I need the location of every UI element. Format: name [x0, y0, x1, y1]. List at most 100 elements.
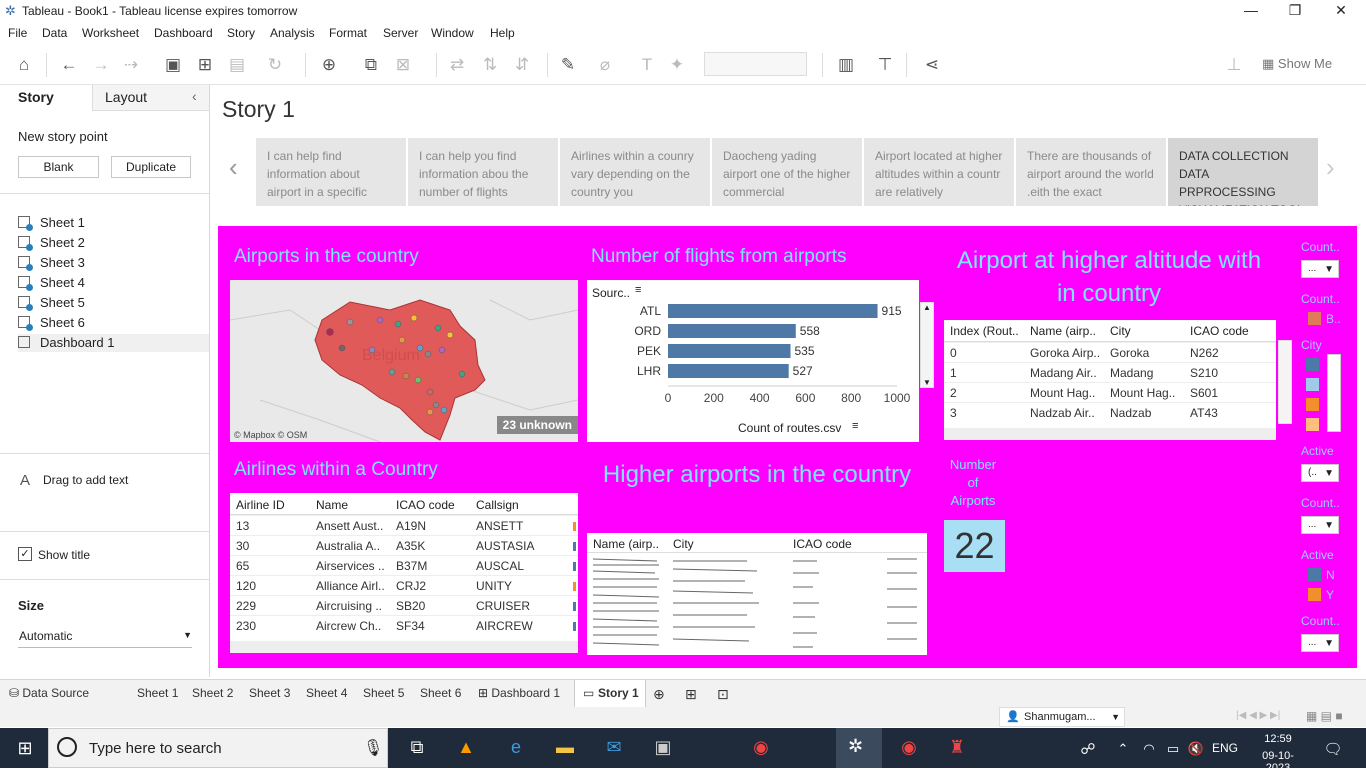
legend-swatch-n[interactable]	[1308, 568, 1321, 581]
table-row[interactable]: 65 Airservices .. B37M AUSCAL	[230, 555, 578, 575]
size-select[interactable]: Automatic ▼	[18, 626, 192, 648]
tab-sheet-4[interactable]: Sheet 4	[306, 686, 347, 700]
column-header[interactable]: ICAO code	[396, 498, 474, 512]
file-explorer-icon[interactable]: ▬	[552, 737, 578, 758]
bar-ord[interactable]	[668, 324, 796, 338]
restore-button[interactable]: ❐	[1280, 2, 1310, 19]
legend-scrollbar[interactable]	[1327, 354, 1341, 432]
sort-ascending-icon[interactable]: ⇅	[479, 55, 501, 75]
replace-data-icon[interactable]: ⇢	[120, 55, 142, 75]
fit-select[interactable]	[704, 52, 807, 76]
clear-sheet-icon[interactable]: ⊠	[392, 55, 414, 75]
column-header[interactable]: Index (Rout..	[950, 324, 1028, 338]
duplicate-button[interactable]: Duplicate	[111, 156, 191, 178]
tab-dashboard-1[interactable]: ⊞ Dashboard 1	[478, 686, 560, 700]
vlc-icon[interactable]: ▲	[453, 737, 479, 758]
volume-icon[interactable]: 🔇	[1183, 741, 1209, 757]
highlight-icon[interactable]: ✎	[557, 55, 579, 75]
chrome-icon[interactable]: ◉	[748, 737, 774, 758]
mail-icon[interactable]: ✉	[601, 737, 627, 758]
sheet-item-dashboard[interactable]: Dashboard 1	[18, 334, 209, 352]
save-icon[interactable]: ▣	[162, 55, 184, 75]
menu-worksheet[interactable]: Worksheet	[82, 26, 139, 40]
sheet-item-2[interactable]: Sheet 2	[18, 234, 85, 252]
legend-swatch[interactable]	[1306, 398, 1319, 411]
home-icon[interactable]: ⌂	[13, 55, 35, 75]
show-me-button[interactable]: ▦ Show Me	[1262, 56, 1332, 72]
story-point-5[interactable]: Airport located at higher altitudes with…	[864, 138, 1014, 206]
people-icon[interactable]: ☍	[1075, 740, 1101, 758]
drag-to-add-text[interactable]: Drag to add text	[43, 473, 128, 487]
menu-analysis[interactable]: Analysis	[270, 26, 315, 40]
filter-count-3-dropdown[interactable]: ... ▼	[1301, 516, 1339, 534]
prev-story-point-icon[interactable]: ‹	[229, 152, 238, 183]
menu-server[interactable]: Server	[383, 26, 418, 40]
table-hscrollbar[interactable]	[944, 428, 1276, 440]
sheet-item-4[interactable]: Sheet 4	[18, 274, 85, 292]
clock-date[interactable]: 09-10-2023	[1250, 750, 1306, 774]
story-point-7[interactable]: DATA COLLECTION DATA PRPROCESSING VISUAL…	[1168, 138, 1318, 206]
column-header[interactable]: Name	[316, 498, 394, 512]
chrome-profile-icon[interactable]: ◉	[896, 737, 922, 758]
clock-time[interactable]: 12:59	[1250, 733, 1306, 745]
new-data-source-icon[interactable]: ⊞	[194, 55, 216, 75]
store-icon[interactable]: ▣	[650, 737, 676, 758]
scroll-up-icon[interactable]: ▲	[923, 303, 931, 312]
new-dashboard-icon[interactable]: ⊞	[685, 686, 697, 703]
bar-lhr[interactable]	[668, 364, 789, 378]
sort-icon[interactable]: ≡	[852, 420, 858, 432]
edge-icon[interactable]: e	[503, 737, 529, 758]
sort-descending-icon[interactable]: ⇵	[511, 55, 533, 75]
tab-sheet-2[interactable]: Sheet 2	[192, 686, 233, 700]
bar-atl[interactable]	[668, 304, 878, 318]
undo-icon[interactable]: ←	[58, 55, 80, 75]
pause-updates-icon[interactable]: ▤	[226, 55, 248, 75]
city-legend[interactable]	[1299, 354, 1343, 434]
table-row[interactable]: 120 Alliance Airl.. CRJ2 UNITY	[230, 575, 578, 595]
sheet-item-1[interactable]: Sheet 1	[18, 214, 85, 232]
data-source-tab[interactable]: ⛁ Data Source	[9, 686, 89, 700]
table-row[interactable]: 30 Australia A.. A35K AUSTASIA	[230, 535, 578, 555]
higher-airports-table[interactable]: Name (airp.. City ICAO code	[587, 533, 927, 655]
menu-story[interactable]: Story	[227, 26, 255, 40]
legend-swatch[interactable]	[1308, 312, 1321, 325]
tab-story-1[interactable]: ▭ Story 1	[574, 680, 646, 708]
bar-pek[interactable]	[668, 344, 791, 358]
share-icon[interactable]: ⋖	[921, 55, 943, 75]
menu-data[interactable]: Data	[42, 26, 67, 40]
windows-start-icon[interactable]: ⊞	[12, 738, 38, 759]
table-row[interactable]: 229 Aircruising .. SB20 CRUISER	[230, 595, 578, 615]
minimize-button[interactable]: —	[1236, 2, 1266, 18]
tab-story[interactable]: Story	[0, 85, 92, 113]
column-header[interactable]: City	[1110, 324, 1188, 338]
altitude-vscrollbar[interactable]	[1278, 340, 1292, 424]
chevron-up-icon[interactable]: ⌃	[1110, 741, 1136, 757]
swap-icon[interactable]: ⇄	[446, 55, 468, 75]
tableau-taskbar-button[interactable]: ✲	[836, 728, 882, 768]
tab-sheet-5[interactable]: Sheet 5	[363, 686, 404, 700]
close-button[interactable]: ✕	[1326, 2, 1356, 19]
notification-icon[interactable]: 🗨	[1320, 740, 1346, 758]
refresh-icon[interactable]: ↻	[264, 55, 286, 75]
sheet-item-5[interactable]: Sheet 5	[18, 294, 85, 312]
tab-layout[interactable]: Layout ‹	[92, 85, 209, 111]
chart-vertical-scrollbar[interactable]: ▲ ▼	[920, 302, 934, 388]
table-row[interactable]: 1 Madang Air.. Madang S210	[944, 362, 1276, 382]
column-header[interactable]: Callsign	[476, 498, 554, 512]
legend-swatch-y[interactable]	[1308, 588, 1321, 601]
story-point-2[interactable]: I can help you find information abou the…	[408, 138, 558, 206]
tab-sheet-1[interactable]: Sheet 1	[137, 686, 178, 700]
sheet-item-6[interactable]: Sheet 6	[18, 314, 85, 332]
story-point-1[interactable]: I can help find information about airpor…	[256, 138, 406, 206]
legend-swatch[interactable]	[1306, 378, 1319, 391]
filter-count-4-dropdown[interactable]: ... ▼	[1301, 634, 1339, 652]
column-header[interactable]: City	[673, 537, 773, 551]
collapse-icon[interactable]: ‹	[192, 88, 197, 104]
menu-format[interactable]: Format	[329, 26, 367, 40]
scroll-down-icon[interactable]: ▼	[923, 378, 931, 387]
task-view-icon[interactable]: ⧉	[404, 737, 430, 758]
column-header[interactable]: ICAO code	[1190, 324, 1268, 338]
new-story-icon[interactable]: ⊡	[717, 686, 729, 703]
pin-icon[interactable]: ✦	[666, 55, 688, 75]
show-cards-icon[interactable]: ▥	[835, 55, 857, 75]
